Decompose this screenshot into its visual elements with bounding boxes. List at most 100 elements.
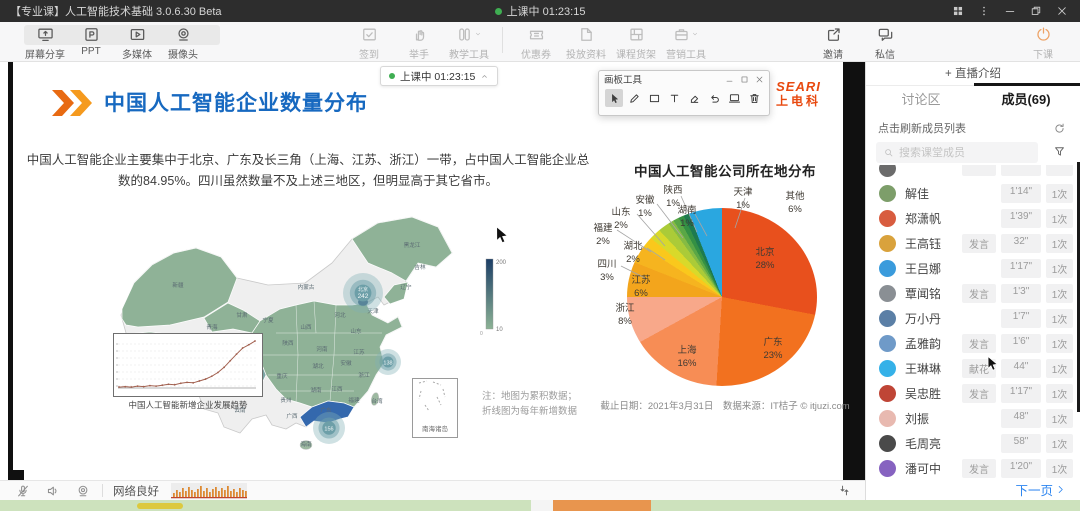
rect-tool-tool-icon[interactable] — [645, 89, 663, 107]
province-label: 山西 — [300, 323, 312, 331]
toolbar-check-in-button[interactable]: 签到 — [346, 25, 392, 61]
member-count-badge: 1次 — [1046, 309, 1073, 328]
next-page-button[interactable]: 下一页 — [1015, 480, 1066, 499]
teach-tools-icon — [456, 25, 482, 43]
member-talk-time: 58" — [1001, 434, 1041, 453]
member-row[interactable]: 覃闻铭发言1'3"1次 — [866, 281, 1080, 306]
member-row[interactable]: 孟雅韵发言1'6"1次 — [866, 331, 1080, 356]
member-count-badge: 1次 — [1046, 259, 1073, 278]
member-row[interactable]: 郑潇帆1'39"1次 — [866, 206, 1080, 231]
board-tool-icon[interactable] — [725, 89, 743, 107]
member-search-input[interactable] — [899, 147, 1011, 159]
toolbar-camera-button[interactable]: 摄像头 — [160, 25, 206, 61]
palette-maximize-icon[interactable] — [740, 75, 749, 84]
desktop-strip — [0, 500, 1080, 511]
province-label: 海南 — [300, 440, 312, 448]
avatar — [879, 185, 896, 202]
restore-icon[interactable] — [1026, 2, 1046, 20]
text-tool-tool-icon[interactable] — [665, 89, 683, 107]
pie-chart: 中国人工智能公司所在地分布 北京28%广东23%上海16%浙江8%江苏6%四川3… — [595, 160, 855, 418]
province-label: 江苏 — [353, 348, 365, 356]
province-label: 宁夏 — [262, 316, 274, 324]
ppt-icon — [83, 25, 100, 43]
avatar — [879, 210, 896, 227]
member-row[interactable]: 王吕娜1'17"1次 — [866, 256, 1080, 281]
refresh-hint[interactable]: 点击刷新成员列表 — [878, 120, 966, 136]
province-label: 山东 — [350, 327, 362, 335]
toolbar-media-button[interactable]: 多媒体 — [114, 25, 160, 61]
pen-tool-icon[interactable] — [625, 89, 643, 107]
toolbar-coupon-button[interactable]: 优惠券 — [513, 25, 559, 61]
toolbar-teach-tools-button[interactable]: 教学工具 — [446, 25, 492, 61]
dm-icon — [877, 25, 894, 43]
member-search-row — [866, 138, 1080, 165]
member-row[interactable]: 王琳琳献花44"1次 — [866, 356, 1080, 381]
network-status: 网络良好 — [113, 483, 159, 499]
avatar — [879, 410, 896, 427]
toolbar-raise-hand-button[interactable]: 举手 — [396, 25, 442, 61]
refresh-icon[interactable] — [1053, 122, 1066, 135]
palette-close-icon[interactable] — [755, 75, 764, 84]
toolbar-screen-share-button[interactable]: 屏幕分享 — [22, 25, 68, 61]
class-timer-pill[interactable]: 上课中 01:23:15 — [380, 66, 498, 86]
toolbar-shelf-button[interactable]: 课程货架 — [613, 25, 659, 61]
toolbar-dm-button[interactable]: 私信 — [862, 25, 908, 61]
member-action-badge: 发言 — [962, 459, 996, 478]
mou se-cursor-2 — [986, 356, 1000, 372]
tab-discussion[interactable]: 讨论区 — [871, 86, 971, 114]
member-talk-time: 32" — [1001, 234, 1041, 253]
member-row[interactable]: 万小丹1'7"1次 — [866, 306, 1080, 331]
member-name: 王吕娜 — [905, 260, 941, 277]
province-label: 内蒙古 — [298, 283, 315, 291]
province-label: 甘肃 — [236, 311, 248, 319]
chevron-up-icon[interactable] — [480, 72, 489, 81]
title-chevrons-icon — [52, 90, 98, 116]
pie-disc — [627, 208, 817, 386]
avatar — [879, 435, 896, 452]
member-action-badge: 发言 — [962, 334, 996, 353]
tab-members[interactable]: 成员(69) — [976, 86, 1076, 114]
member-name: 吴忠胜 — [905, 385, 941, 402]
member-name: 王琳琳 — [905, 360, 941, 377]
map-legend-gradient — [486, 259, 493, 329]
layout-grid-icon[interactable] — [948, 2, 968, 20]
search-icon — [883, 147, 894, 158]
microphone-muted-icon[interactable] — [16, 484, 30, 498]
toolbar-marketing-button[interactable]: 营销工具 — [663, 25, 709, 61]
member-row[interactable]: 吴忠胜发言1'17"1次 — [866, 381, 1080, 406]
pie-footnote: 截止日期：2021年3月31日 数据来源：IT桔子 © itjuzi.com — [550, 398, 900, 412]
member-row[interactable]: 解佳1'14"1次 — [866, 181, 1080, 206]
avatar — [879, 310, 896, 327]
undo-tool-icon[interactable] — [705, 89, 723, 107]
active-tab-indicator — [974, 83, 1080, 86]
toolbar-end-class-button[interactable]: 下课 — [1020, 25, 1066, 61]
drawing-toolbar[interactable]: 画板工具 — [598, 70, 770, 116]
member-search-box[interactable] — [876, 142, 1038, 163]
member-row[interactable]: 刘振48"1次 — [866, 406, 1080, 431]
member-row[interactable]: 毛周亮58"1次 — [866, 431, 1080, 456]
speaker-icon[interactable] — [46, 484, 60, 498]
palette-minimize-icon[interactable] — [725, 75, 734, 84]
close-icon[interactable] — [1052, 2, 1072, 20]
member-action-badge: 发言 — [962, 384, 996, 403]
avatar — [879, 335, 896, 352]
webcam-icon[interactable] — [76, 484, 90, 498]
cursor-tool-icon[interactable] — [605, 89, 623, 107]
member-name: 王高钰 — [905, 235, 941, 252]
member-talk-time: 1'3" — [1001, 284, 1041, 303]
live-dot-icon — [495, 8, 502, 15]
minimize-icon[interactable] — [1000, 2, 1020, 20]
strip-yellow-logo — [137, 503, 183, 509]
eraser-tool-icon[interactable] — [685, 89, 703, 107]
toolbar-ppt-button[interactable]: PPT — [68, 25, 114, 57]
member-row[interactable]: 王高钰发言32"1次 — [866, 231, 1080, 256]
south-sea-inset: 南海诸岛 — [412, 378, 458, 438]
toolbar-materials-button[interactable]: 投放资料 — [563, 25, 609, 61]
collapse-panel-icon[interactable] — [838, 484, 851, 497]
province-label: 陕西 — [282, 339, 294, 347]
trash-tool-icon[interactable] — [745, 89, 763, 107]
filter-funnel-icon[interactable] — [1053, 145, 1066, 158]
toolbar-invite-button[interactable]: 邀请 — [810, 25, 856, 61]
member-row[interactable]: 潘可中发言1'20"1次 — [866, 456, 1080, 481]
more-menu-icon[interactable] — [974, 2, 994, 20]
